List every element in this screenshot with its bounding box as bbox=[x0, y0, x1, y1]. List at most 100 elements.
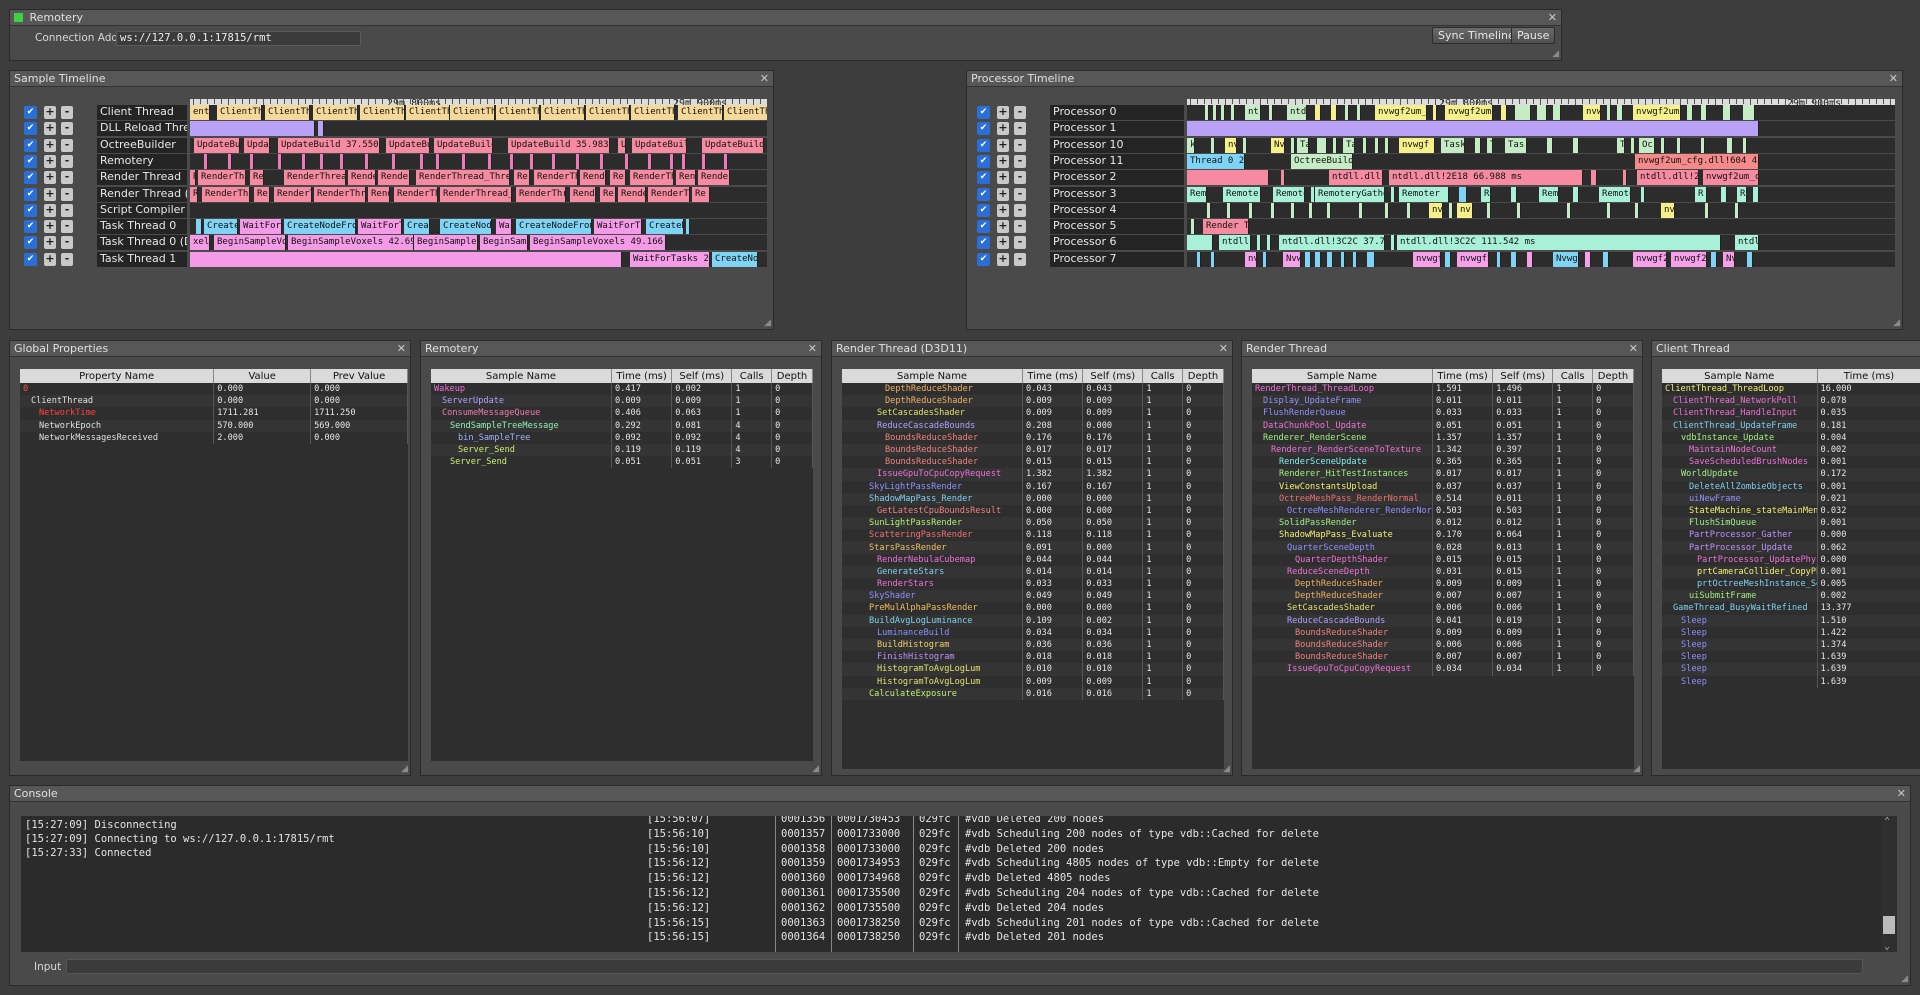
sample-block[interactable]: Ta bbox=[1343, 137, 1355, 153]
sample-block[interactable] bbox=[278, 153, 282, 169]
expand-button[interactable]: + bbox=[997, 252, 1009, 266]
sample-block[interactable] bbox=[1367, 251, 1375, 267]
visible-checkbox[interactable]: ✔ bbox=[977, 138, 990, 152]
column-header[interactable]: Calls bbox=[731, 369, 773, 383]
table-row[interactable]: ServerUpdate 0.009 0.009 1 0 bbox=[431, 395, 813, 408]
visible-checkbox[interactable]: ✔ bbox=[24, 220, 37, 234]
sample-block[interactable]: R bbox=[190, 170, 196, 186]
table-row[interactable]: uiSubmitFrame 0.002 bbox=[1662, 590, 1920, 603]
visible-checkbox[interactable]: ✔ bbox=[24, 187, 37, 201]
table-row[interactable]: FlushSimQueue 0.001 bbox=[1662, 517, 1920, 530]
sample-block[interactable]: ClientThr bbox=[586, 105, 630, 120]
thread-name[interactable]: Remotery bbox=[97, 153, 187, 169]
close-icon[interactable]: ✕ bbox=[760, 71, 769, 86]
sample-block[interactable]: Re bbox=[250, 170, 264, 186]
visible-checkbox[interactable]: ✔ bbox=[24, 203, 37, 217]
sample-block[interactable]: Rende bbox=[618, 186, 646, 202]
thread-name[interactable]: Task Thread 0 bbox=[97, 219, 187, 235]
table-row[interactable]: prtOctreeMeshInstance_SendRend0.005 bbox=[1662, 578, 1920, 591]
collapse-button[interactable]: - bbox=[61, 236, 73, 250]
table-row[interactable]: LuminanceBuild 0.034 0.034 1 0 bbox=[842, 626, 1224, 639]
table-row[interactable]: PartProcessor_UpdatePhysics0.000 bbox=[1662, 553, 1920, 566]
sample-block[interactable]: U bbox=[618, 137, 626, 153]
sample-block[interactable] bbox=[392, 153, 396, 169]
sample-block[interactable]: WaitForTa bbox=[594, 219, 642, 235]
table-row[interactable]: GameThread_BusyWaitRefined 13.377 bbox=[1662, 602, 1920, 615]
table-row[interactable]: GetLatestCpuBoundsResult 0.000 0.000 1 0 bbox=[842, 504, 1224, 518]
sample-block[interactable] bbox=[1433, 105, 1437, 120]
table-row[interactable]: ReduceCascadeBounds 0.208 0.000 1 0 bbox=[842, 419, 1224, 432]
sample-block[interactable]: ClientThr bbox=[265, 105, 310, 120]
sample-block[interactable] bbox=[1357, 105, 1361, 120]
expand-button[interactable]: + bbox=[44, 220, 56, 234]
thread-name[interactable]: Script Compiler bbox=[97, 202, 187, 218]
table-row[interactable]: IssueGpuToCpuCopyRequest 1.382 1.382 1 0 bbox=[842, 468, 1224, 481]
table-row[interactable]: Sleep 1.422 bbox=[1662, 626, 1920, 639]
collapse-button[interactable]: - bbox=[1014, 171, 1026, 185]
thread-name[interactable]: OctreeBuilder bbox=[97, 137, 187, 153]
visible-checkbox[interactable]: ✔ bbox=[24, 106, 37, 119]
expand-button[interactable]: + bbox=[44, 252, 56, 266]
processor-name[interactable]: Processor 1 bbox=[1050, 121, 1184, 137]
sample-block[interactable]: Ta bbox=[1297, 137, 1309, 153]
table-row[interactable]: QuarterDepthShader 0.015 0.015 1 0 bbox=[1252, 553, 1634, 566]
sample-block[interactable]: BeginSampleVoxels 49.166 ms bbox=[530, 235, 666, 251]
sample-block[interactable] bbox=[1187, 235, 1213, 251]
sample-block[interactable] bbox=[436, 153, 440, 169]
expand-button[interactable]: + bbox=[44, 171, 56, 185]
sample-block[interactable]: OctreeBuilder 26 bbox=[1291, 153, 1353, 169]
sample-block[interactable] bbox=[1407, 202, 1411, 218]
visible-checkbox[interactable]: ✔ bbox=[24, 171, 37, 185]
sample-timeline-title-bar[interactable]: Sample Timeline ✕ bbox=[10, 71, 773, 87]
console-scrollbar[interactable]: ⌃ ⌄ bbox=[1881, 816, 1897, 952]
collapse-button[interactable]: - bbox=[61, 203, 73, 217]
table-row[interactable]: ClientThread 0.000 0.000 bbox=[20, 395, 408, 408]
visible-checkbox[interactable]: ✔ bbox=[977, 203, 990, 217]
table-row[interactable]: ClientThread_NetworkPoll 0.078 bbox=[1662, 395, 1920, 408]
sample-block[interactable]: BeginSample bbox=[480, 235, 528, 251]
processor-name[interactable]: Processor 2 bbox=[1050, 170, 1184, 186]
sample-block[interactable]: Wai bbox=[496, 219, 512, 235]
column-header[interactable]: Calls bbox=[1142, 369, 1184, 383]
sample-block[interactable]: Re bbox=[254, 186, 270, 202]
table-row[interactable]: Server_Send 0.119 0.119 4 0 bbox=[431, 443, 813, 457]
visible-checkbox[interactable]: ✔ bbox=[24, 154, 37, 168]
table-row[interactable]: Wakeup 0.417 0.002 1 0 bbox=[431, 383, 813, 396]
resize-grip-icon[interactable]: ◢ bbox=[1901, 975, 1908, 984]
sample-block[interactable] bbox=[1735, 202, 1739, 218]
remotery-title-bar[interactable]: Remotery ✕ bbox=[10, 10, 1561, 26]
processor-lane[interactable]: nvNvwnvwgfnvwgf2Nvwgnvwgf2nvwgf2uNv bbox=[1187, 251, 1895, 267]
sample-block[interactable] bbox=[1635, 202, 1639, 218]
collapse-button[interactable]: - bbox=[61, 138, 73, 152]
column-header[interactable]: Time (ms) bbox=[1817, 369, 1920, 383]
sample-block[interactable] bbox=[1623, 170, 1627, 186]
sample-block[interactable]: Rem bbox=[1539, 186, 1559, 202]
sample-block[interactable] bbox=[420, 153, 424, 169]
table-row[interactable]: StarsPassRender 0.091 0.000 1 0 bbox=[842, 541, 1224, 554]
sample-block[interactable]: RenderThre bbox=[202, 186, 250, 202]
resize-grip-icon[interactable]: ◢ bbox=[764, 319, 771, 328]
sample-block[interactable] bbox=[1385, 202, 1389, 218]
sample-block[interactable] bbox=[724, 153, 728, 169]
sample-block[interactable]: UpdateBuild bbox=[434, 137, 493, 153]
resize-grip-icon[interactable]: ◢ bbox=[1633, 765, 1640, 774]
visible-checkbox[interactable]: ✔ bbox=[24, 122, 37, 136]
sample-block[interactable]: R bbox=[1737, 186, 1747, 202]
sample-block[interactable]: ClientThr bbox=[678, 105, 723, 120]
table-row[interactable]: NetworkTime 1711.281 1711.250 bbox=[20, 407, 408, 420]
sample-block[interactable]: ntdll.dll!2E18 29. bbox=[1329, 170, 1383, 186]
table-row[interactable]: OctreeMeshRenderer_RenderNorma 0.503 0.503… bbox=[1252, 504, 1634, 518]
sample-block[interactable]: ntdll.dll!2E1 bbox=[1637, 170, 1699, 186]
sample-block[interactable] bbox=[1375, 137, 1379, 153]
table-row[interactable]: Renderer_HitTestInstances 0.017 0.017 1 0 bbox=[1252, 468, 1634, 481]
console-input[interactable] bbox=[66, 959, 1863, 974]
sample-block[interactable]: Nv bbox=[1271, 137, 1285, 153]
sample-block[interactable] bbox=[1315, 105, 1321, 120]
expand-button[interactable]: + bbox=[44, 187, 56, 201]
collapse-button[interactable]: - bbox=[61, 106, 73, 119]
expand-button[interactable]: + bbox=[997, 106, 1009, 119]
sample-block[interactable]: ntdll.dll!2E18 66.988 ms bbox=[1389, 170, 1583, 186]
sample-block[interactable]: Rend bbox=[368, 186, 390, 202]
sample-block[interactable]: UpdateBuild bbox=[702, 137, 764, 153]
processor-lane[interactable]: ntdll. ntdll.dll!3C2C 37.708 m ntdll.dll!3… bbox=[1187, 235, 1895, 251]
